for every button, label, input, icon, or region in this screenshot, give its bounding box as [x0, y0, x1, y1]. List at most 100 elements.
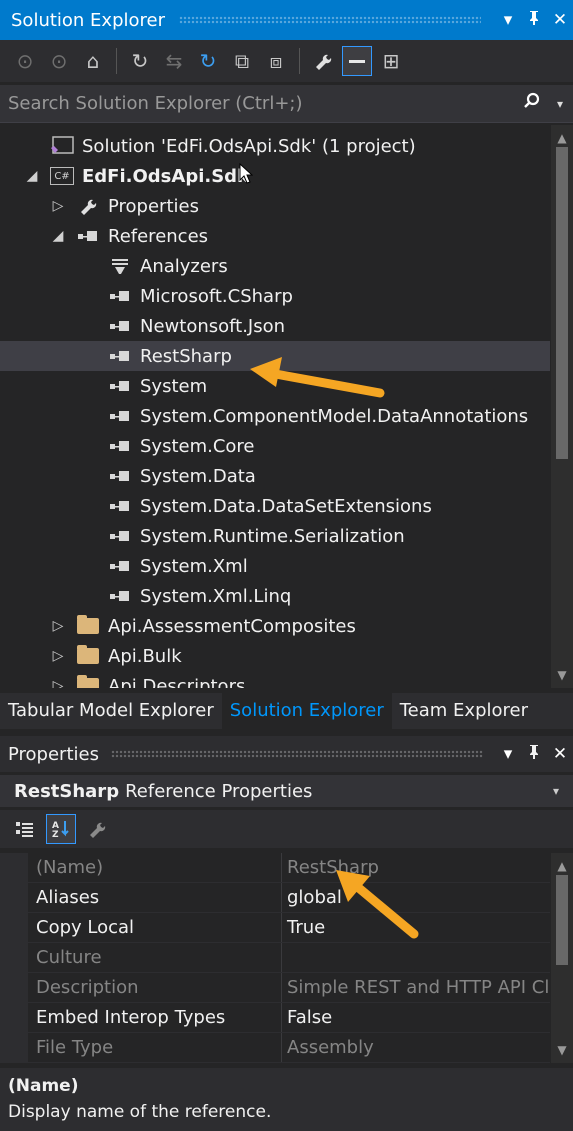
property-value[interactable]: global: [282, 883, 550, 912]
property-row[interactable]: Description Simple REST and HTTP API Cli: [0, 973, 550, 1003]
property-name: Aliases: [28, 883, 282, 912]
folder-shape: [77, 645, 99, 664]
categorized-icon[interactable]: [10, 814, 40, 844]
tree-item-label: Api.Descriptors: [108, 675, 246, 689]
scroll-down-icon[interactable]: ▼: [551, 1043, 573, 1057]
tree-item[interactable]: Newtonsoft.Json: [0, 311, 550, 341]
collapse-all-icon[interactable]: ⧉: [227, 46, 257, 76]
property-name: Copy Local: [28, 913, 282, 942]
tree-item[interactable]: System.Runtime.Serialization: [0, 521, 550, 551]
scroll-up-icon[interactable]: ▲: [551, 859, 573, 873]
property-value[interactable]: True: [282, 913, 550, 942]
property-row[interactable]: Embed Interop Types False: [0, 1003, 550, 1033]
tab-team-explorer[interactable]: Team Explorer: [392, 693, 536, 729]
close-icon[interactable]: ✕: [547, 744, 573, 764]
title-grip[interactable]: [110, 750, 483, 758]
expand-arrow-icon[interactable]: ▷: [48, 198, 68, 214]
tree-item[interactable]: ▷ Api.AssessmentComposites: [0, 611, 550, 641]
tree-item-label: System.Data.DataSetExtensions: [140, 495, 432, 517]
reference-icon: [108, 316, 132, 336]
window-position-dropdown-icon[interactable]: ▾: [495, 744, 521, 764]
reference-icon: [108, 286, 132, 306]
tree-item[interactable]: Solution 'EdFi.OdsApi.Sdk' (1 project): [0, 131, 550, 161]
tree-item[interactable]: System.Xml.Linq: [0, 581, 550, 611]
folder-icon: [76, 615, 100, 636]
search-input[interactable]: Search Solution Explorer (Ctrl+;): [8, 93, 523, 114]
property-row[interactable]: Copy Local True: [0, 913, 550, 943]
expand-arrow-icon[interactable]: ▷: [48, 648, 68, 664]
property-name: Culture: [28, 943, 282, 972]
tree-item[interactable]: ◢ References: [0, 221, 550, 251]
tree-item[interactable]: ▷ Properties: [0, 191, 550, 221]
close-icon[interactable]: ✕: [547, 10, 573, 30]
properties-object-selector[interactable]: RestSharp Reference Properties ▾: [0, 775, 573, 807]
title-grip[interactable]: [179, 16, 481, 24]
show-all-files-icon[interactable]: ⧈: [261, 46, 291, 76]
property-name: Description: [28, 973, 282, 1002]
reference-icon: [108, 556, 132, 576]
search-options-chevron-icon[interactable]: ▾: [557, 97, 573, 111]
tree-item[interactable]: System.Xml: [0, 551, 550, 581]
class-view-icon[interactable]: ⊞: [376, 46, 406, 76]
properties-wrench-icon[interactable]: [308, 46, 338, 76]
tree-item[interactable]: RestSharp: [0, 341, 550, 371]
property-row-gutter: [0, 1003, 28, 1032]
expand-arrow-icon[interactable]: ▷: [48, 678, 68, 688]
home-icon[interactable]: ⌂: [78, 46, 108, 76]
alphabetical-sort-icon[interactable]: AZ: [46, 814, 76, 844]
tree-item[interactable]: Analyzers: [0, 251, 550, 281]
property-pages-wrench-icon[interactable]: [82, 814, 112, 844]
property-value: Assembly: [287, 1037, 374, 1058]
tree-item-label: Properties: [108, 195, 199, 217]
explorer-tab-strip: Tabular Model Explorer Solution Explorer T…: [0, 693, 573, 729]
sync-with-document-icon[interactable]: ⇆: [159, 46, 189, 76]
property-row[interactable]: (Name) RestSharp: [0, 853, 550, 883]
scroll-up-icon[interactable]: ▲: [551, 131, 573, 145]
tree-item[interactable]: ▷ Api.Bulk: [0, 641, 550, 671]
tree-item-label: References: [108, 225, 209, 247]
tree-item-label: System.ComponentModel.DataAnnotations: [140, 405, 529, 427]
property-value[interactable]: False: [282, 1003, 550, 1032]
pin-icon[interactable]: [521, 744, 547, 765]
tree-item[interactable]: System.ComponentModel.DataAnnotations: [0, 401, 550, 431]
tree-item-label: Api.Bulk: [108, 645, 182, 667]
tree-item-label: System: [140, 375, 208, 397]
chevron-down-icon[interactable]: ▾: [553, 784, 573, 798]
pin-icon[interactable]: [521, 10, 547, 31]
tree-item[interactable]: System: [0, 371, 550, 401]
tree-item[interactable]: System.Data.DataSetExtensions: [0, 491, 550, 521]
tree-item[interactable]: System.Data: [0, 461, 550, 491]
csharp-project-icon: C#: [50, 166, 74, 186]
expand-arrow-icon[interactable]: ▷: [48, 618, 68, 634]
property-row[interactable]: Aliases global: [0, 883, 550, 913]
tree-item[interactable]: ▷ Api.Descriptors: [0, 671, 550, 688]
tree-item[interactable]: ◢ C# EdFi.OdsApi.Sdk: [0, 161, 550, 191]
collapse-arrow-icon[interactable]: ◢: [48, 228, 68, 244]
property-description-pane: (Name) Display name of the reference.: [0, 1068, 573, 1131]
solution-explorer-search[interactable]: Search Solution Explorer (Ctrl+;) ▾: [0, 85, 573, 123]
analyzer-icon: [108, 256, 132, 276]
collapse-arrow-icon[interactable]: ◢: [22, 168, 42, 184]
window-position-dropdown-icon[interactable]: ▾: [495, 10, 521, 30]
tab-tabular-model-explorer[interactable]: Tabular Model Explorer: [0, 693, 222, 729]
pending-changes-filter-icon[interactable]: ↻: [125, 46, 155, 76]
back-icon[interactable]: ⊙: [10, 46, 40, 76]
tree-item[interactable]: Microsoft.CSharp: [0, 281, 550, 311]
property-grid-scrollbar[interactable]: ▲ ▼: [551, 853, 573, 1063]
tab-solution-explorer[interactable]: Solution Explorer: [221, 693, 392, 729]
reference-icon: [108, 526, 132, 546]
tree-scrollbar[interactable]: ▲ ▼: [551, 125, 573, 688]
property-row[interactable]: File Type Assembly: [0, 1033, 550, 1063]
search-icon[interactable]: [523, 92, 557, 115]
scrollbar-thumb[interactable]: [556, 147, 568, 459]
scroll-down-icon[interactable]: ▼: [551, 668, 573, 682]
tree-item[interactable]: System.Core: [0, 431, 550, 461]
preview-selected-items-icon[interactable]: [342, 46, 372, 76]
solution-explorer-title-bar: Solution Explorer ▾ ✕: [0, 0, 573, 40]
property-row[interactable]: Culture: [0, 943, 550, 973]
tree-item-label: System.Runtime.Serialization: [140, 525, 405, 547]
refresh-icon[interactable]: ↻: [193, 46, 223, 76]
scrollbar-thumb[interactable]: [556, 875, 568, 965]
object-type: Reference Properties: [125, 780, 313, 802]
forward-icon[interactable]: ⊙: [44, 46, 74, 76]
